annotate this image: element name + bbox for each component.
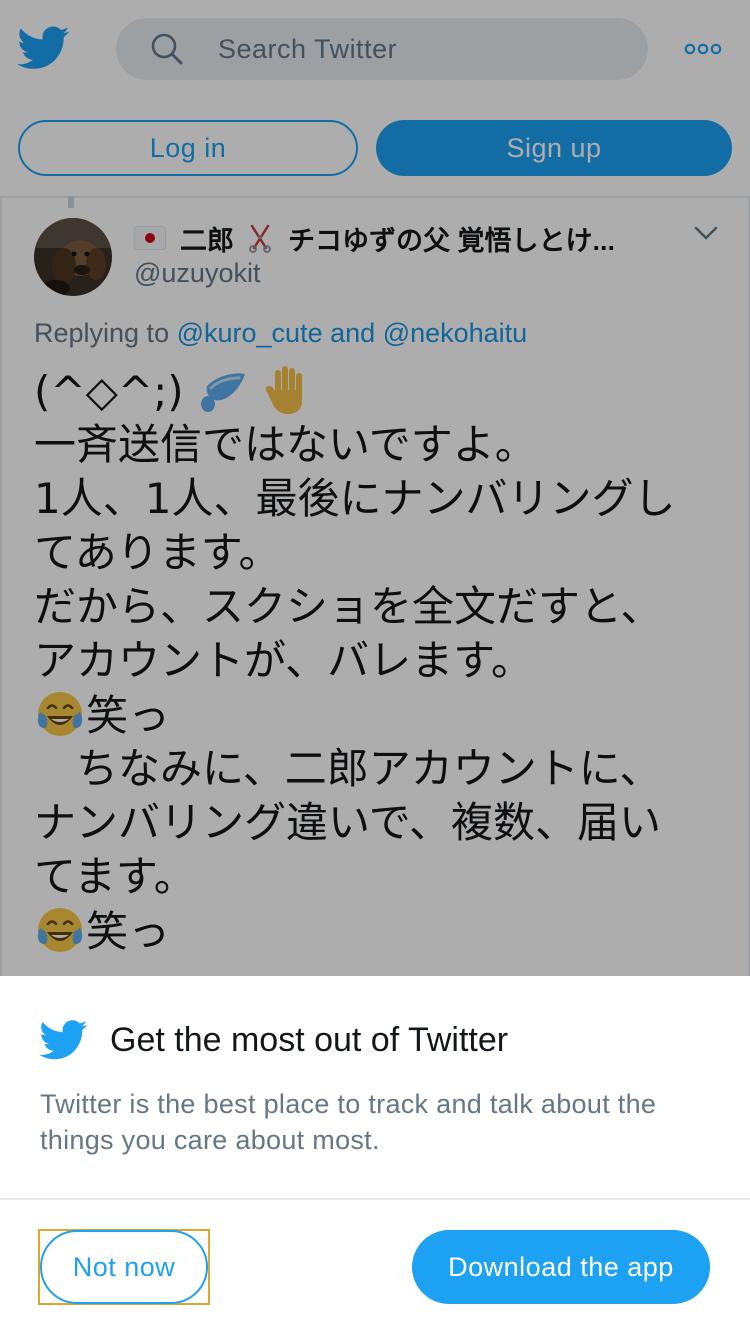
tweet-line-text: 笑っ [86,691,171,740]
download-app-button[interactable]: Download the app [412,1230,710,1304]
tweet-line: 1人、1人、最後にナンバリングし [34,474,676,523]
tweet-line: (^◇^;) [34,364,724,418]
more-icon[interactable] [684,42,722,56]
display-name-part1: 二郎 [180,225,234,256]
tweet-line-text: 笑っ [86,907,171,956]
tweet-line: てあります。 [34,528,281,577]
scissors-icon [249,224,271,253]
reply-user-link-2[interactable]: @nekohaitu [383,318,528,348]
prompt-title: Get the most out of Twitter [110,1021,509,1059]
flag-jp-icon [134,226,166,250]
twitter-bird-icon [40,1020,88,1060]
reply-and: and [330,318,376,348]
replying-prefix: Replying to [34,318,170,348]
app-prompt-sheet: Get the most out of Twitter Twitter is t… [0,976,750,1334]
tweet-line: ナンバリング違いで、複数、届い [34,798,662,847]
tweet-line: てます。 [34,852,196,901]
tweet-line: アカウントが、バレます。 [34,636,533,685]
tears-of-joy-icon [37,692,83,736]
tweet-line: 笑っ [34,688,724,742]
tweet-line: ちなみに、二郎アカウントに、 [34,744,662,793]
twitter-bird-icon[interactable] [18,24,70,72]
replying-to: Replying to @kuro_cute and @nekohaitu [34,318,527,349]
display-name[interactable]: 二郎 チコゆずの父 覚悟しとけ... [134,220,654,256]
tears-of-joy-icon [37,908,83,952]
search-icon [151,33,183,65]
sweat-drops-icon [200,373,245,412]
login-button[interactable]: Log in [18,120,358,176]
signup-button[interactable]: Sign up [376,120,732,176]
display-name-part2: チコゆずの父 覚悟しとけ... [288,225,616,256]
top-bar: Search Twitter Log in Sign up [0,0,750,198]
tweet-line: 笑っ [34,904,724,958]
avatar[interactable] [34,218,112,296]
not-now-button[interactable]: Not now [40,1230,208,1304]
tweet[interactable]: 二郎 チコゆずの父 覚悟しとけ... @uzuyokit Replying to… [0,198,750,976]
tweet-line: 一斉送信ではないですよ。 [34,420,537,469]
tweet-text: (^◇^;) 一斉送信ではないですよ。 1人、1人、最後にナンバリングし てあり… [34,364,724,958]
tweet-line-text: (^◇^;) [34,367,184,416]
reply-user-link-1[interactable]: @kuro_cute [177,318,323,348]
search-bar[interactable]: Search Twitter [116,18,648,80]
raised-hand-icon [266,366,303,414]
search-placeholder: Search Twitter [218,34,398,64]
divider [0,1198,750,1200]
prompt-description: Twitter is the best place to track and t… [40,1089,657,1155]
user-handle[interactable]: @uzuyokit [134,258,260,289]
chevron-down-icon[interactable] [694,226,718,240]
tweet-line: だから、スクショを全文だすと、 [34,582,663,631]
twitter-page: Search Twitter Log in Sign up 二郎 チコゆずの父 … [0,0,750,976]
